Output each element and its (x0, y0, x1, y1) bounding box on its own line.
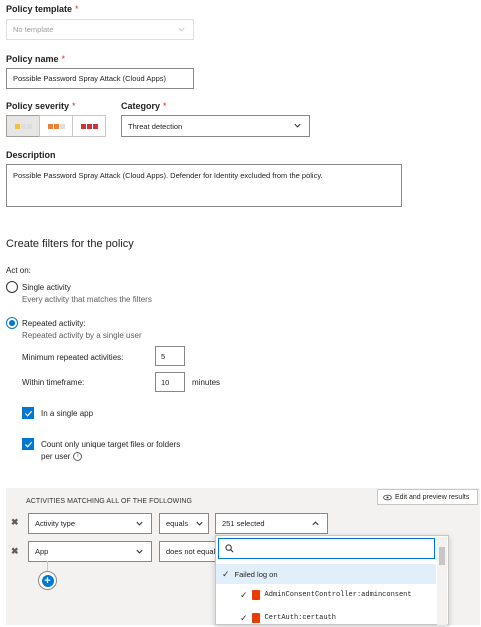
policy-template-label: Policy template * (6, 4, 79, 14)
edit-preview-button[interactable]: Edit and preview results (377, 489, 478, 505)
dropdown-search-input[interactable] (218, 538, 435, 559)
chevron-up-icon (312, 520, 319, 525)
search-icon (225, 544, 234, 553)
checkmark-icon: ✓ (240, 589, 248, 600)
checkmark-icon (24, 441, 32, 448)
severity-low-button[interactable] (6, 115, 40, 137)
checkmark-icon: ✓ (240, 612, 248, 623)
checkmark-icon (24, 410, 32, 417)
chevron-down-icon (136, 549, 143, 554)
chevron-down-icon (178, 27, 185, 31)
repeated-activity-radio[interactable] (6, 317, 18, 329)
act-on-label: Act on: (6, 266, 31, 275)
description-label: Description (6, 150, 56, 160)
checkmark-icon: ✓ (222, 568, 230, 579)
severity-high-button[interactable] (72, 115, 106, 137)
filter-field-select[interactable]: App (28, 541, 152, 562)
info-icon[interactable]: i (73, 452, 83, 461)
dropdown-item-failed-logon[interactable]: ✓ Failed log on (222, 565, 278, 583)
chevron-down-icon (136, 521, 143, 526)
timeframe-unit: minutes (192, 378, 221, 387)
policy-name-input[interactable]: Possible Password Spray Attack (Cloud Ap… (6, 68, 194, 89)
category-label: Category * (121, 101, 167, 111)
policy-template-select[interactable]: No template (6, 19, 194, 40)
unique-targets-checkbox[interactable] (22, 438, 34, 450)
policy-name-label: Policy name * (6, 54, 66, 64)
filter-field-select[interactable]: Activity type (28, 513, 152, 534)
remove-filter-icon[interactable]: ✖ (11, 517, 19, 528)
filter-operator-select[interactable]: equals (159, 513, 209, 534)
activities-heading: ACTIVITIES MATCHING ALL OF THE FOLLOWING (26, 498, 193, 505)
filter-value-select[interactable]: 251 selected (215, 513, 328, 534)
single-app-checkbox[interactable] (22, 407, 34, 419)
plus-icon: + (41, 574, 54, 587)
dropdown-item-adminconsent[interactable]: ✓ AdminConsentController:adminconsent (240, 586, 430, 604)
category-select[interactable]: Threat detection (121, 115, 310, 137)
repeated-activity-label: Repeated activity: (22, 319, 86, 328)
single-activity-label: Single activity (22, 283, 71, 292)
add-filter-button[interactable]: + (38, 571, 57, 590)
repeated-activity-description: Repeated activity by a single user (22, 331, 142, 340)
chevron-down-icon (294, 123, 301, 128)
single-activity-description: Every activity that matches the filters (22, 295, 152, 304)
min-repeated-input[interactable]: 5 (155, 346, 185, 366)
eye-icon (383, 494, 392, 500)
filter-operator-select[interactable]: does not equal (159, 541, 219, 562)
chevron-down-icon (196, 521, 203, 526)
description-textarea[interactable]: Possible Password Spray Attack (Cloud Ap… (6, 164, 402, 207)
severity-medium-button[interactable] (39, 115, 73, 137)
policy-severity-label: Policy severity * (6, 101, 76, 111)
remove-filter-icon[interactable]: ✖ (11, 546, 19, 557)
single-activity-radio[interactable] (6, 281, 18, 293)
filters-heading: Create filters for the policy (6, 238, 134, 250)
timeframe-label: Within timeframe: (22, 378, 85, 387)
unique-targets-label-line2: per user i (41, 452, 83, 461)
unique-targets-label: Count only unique target files or folder… (41, 440, 181, 449)
timeframe-input[interactable]: 10 (155, 372, 185, 392)
office-icon (251, 590, 260, 600)
dropdown-item-certauth[interactable]: ✓ CertAuth:certauth (240, 609, 336, 627)
office-icon (251, 613, 260, 623)
min-repeated-label: Minimum repeated activities: (22, 353, 124, 362)
connector-line (47, 561, 48, 571)
single-app-label: In a single app (41, 409, 94, 418)
dropdown-scrollbar-thumb[interactable] (439, 547, 445, 565)
